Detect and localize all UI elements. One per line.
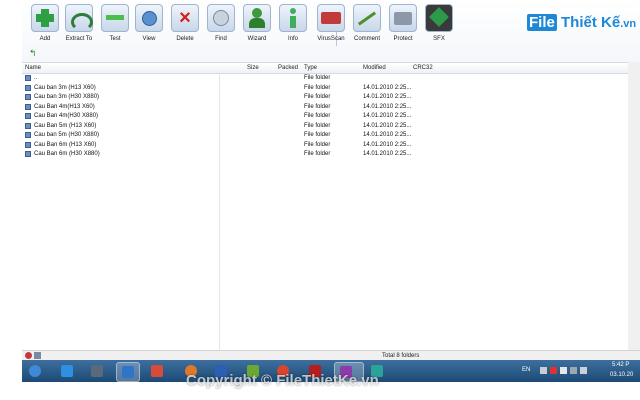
watermark: Copyright © FileThietKe.vn bbox=[186, 372, 379, 389]
protect-button[interactable]: Protect bbox=[386, 4, 420, 42]
delete-button[interactable]: × Delete bbox=[168, 4, 202, 42]
calculator-icon bbox=[91, 365, 103, 377]
clock-date[interactable]: 03.10.20 bbox=[610, 372, 633, 378]
tray-antivirus-icon[interactable] bbox=[550, 367, 557, 374]
system-tray: EN 5:42 P 03.10.20 bbox=[520, 360, 640, 382]
folder-icon bbox=[25, 75, 31, 81]
column-name[interactable]: Name bbox=[25, 65, 41, 71]
add-button[interactable]: Add bbox=[28, 4, 62, 42]
info-button[interactable]: Info bbox=[276, 4, 310, 42]
folder-icon bbox=[25, 151, 31, 157]
comment-icon bbox=[353, 4, 381, 32]
folder-icon bbox=[25, 141, 31, 148]
clock-time[interactable]: 5:42 P bbox=[612, 362, 629, 368]
toolbar: Add Extract To Test View × Delete Find W… bbox=[22, 0, 640, 62]
file-rows: .. File folder Cau ban 3m (H13 X60) File f… bbox=[22, 74, 640, 160]
table-row[interactable]: .. File folder bbox=[22, 74, 640, 84]
add-archive-icon bbox=[31, 4, 59, 32]
column-packed[interactable]: Packed bbox=[278, 65, 298, 71]
wizard-button[interactable]: Wizard bbox=[240, 4, 274, 42]
brand-logo: File Thiết Kế.vn bbox=[527, 14, 637, 31]
table-row[interactable]: Cau Ban 4m(H13 X60) File folder 14.01.2010… bbox=[22, 103, 640, 113]
sfx-button[interactable]: SFX bbox=[422, 4, 456, 42]
view-button[interactable]: View bbox=[132, 4, 166, 42]
folder-icon bbox=[25, 103, 31, 110]
table-row[interactable]: Cau ban 5m (H30 X880) File folder 14.01.20… bbox=[22, 131, 640, 141]
left-margin bbox=[0, 0, 22, 400]
test-icon bbox=[101, 4, 129, 32]
comment-button[interactable]: Comment bbox=[350, 4, 384, 42]
column-header: Name Size Packed Type Modified CRC32 bbox=[22, 63, 640, 74]
up-folder-icon[interactable]: ↰ bbox=[29, 48, 37, 59]
protect-icon bbox=[389, 4, 417, 32]
taskbar-app[interactable] bbox=[116, 362, 140, 382]
extract-icon bbox=[65, 4, 93, 32]
vertical-scrollbar[interactable] bbox=[628, 62, 640, 350]
taskbar-app[interactable] bbox=[56, 362, 78, 380]
language-indicator[interactable]: EN bbox=[522, 367, 530, 373]
find-icon bbox=[207, 4, 235, 32]
file-list[interactable]: Name Size Packed Type Modified CRC32 .. F… bbox=[22, 62, 640, 351]
windows-start-icon bbox=[29, 365, 41, 377]
tray-volume-icon[interactable] bbox=[580, 367, 587, 374]
taskbar-app[interactable] bbox=[146, 362, 168, 380]
folder-icon bbox=[25, 94, 31, 100]
sfx-icon bbox=[425, 4, 453, 32]
internet-explorer-icon bbox=[61, 365, 73, 377]
drive-status-icon bbox=[34, 352, 41, 359]
table-row[interactable]: Cau Ban 6m (H13 X60) File folder 14.01.201… bbox=[22, 141, 640, 151]
archive-status-icon bbox=[25, 352, 32, 359]
delete-icon: × bbox=[171, 4, 199, 32]
tray-network-icon[interactable] bbox=[570, 367, 577, 374]
column-crc32[interactable]: CRC32 bbox=[413, 65, 433, 71]
folder-icon bbox=[25, 132, 31, 138]
table-row[interactable]: Cau ban 3m (H13 X60) File folder 14.01.201… bbox=[22, 84, 640, 94]
column-modified[interactable]: Modified bbox=[363, 65, 386, 71]
view-icon bbox=[135, 4, 163, 32]
notebook-icon bbox=[122, 366, 134, 378]
folder-icon bbox=[25, 122, 31, 129]
extract-to-button[interactable]: Extract To bbox=[62, 4, 96, 42]
tray-flag-icon[interactable] bbox=[560, 367, 567, 374]
info-icon bbox=[279, 4, 307, 32]
table-row[interactable]: Cau Ban 4m(H30 X880) File folder 14.01.201… bbox=[22, 112, 640, 122]
test-button[interactable]: Test bbox=[98, 4, 132, 42]
wizard-icon bbox=[243, 4, 271, 32]
folder-icon bbox=[25, 84, 31, 91]
table-row[interactable]: Cau ban 3m (H30 X880) File folder 14.01.20… bbox=[22, 93, 640, 103]
taskbar-app[interactable] bbox=[86, 362, 108, 380]
status-text: Total 8 folders bbox=[382, 353, 420, 359]
tray-arrow-icon[interactable] bbox=[540, 367, 547, 374]
find-button[interactable]: Find bbox=[204, 4, 238, 42]
start-button[interactable] bbox=[24, 362, 46, 380]
virusscan-button[interactable]: VirusScan bbox=[314, 4, 348, 42]
table-row[interactable]: Cau Ban 5m (H13 X60) File folder 14.01.201… bbox=[22, 122, 640, 132]
virus-scan-icon bbox=[317, 4, 345, 32]
media-player-icon bbox=[151, 365, 163, 377]
column-type[interactable]: Type bbox=[304, 65, 317, 71]
folder-icon bbox=[25, 113, 31, 119]
column-size[interactable]: Size bbox=[247, 65, 259, 71]
table-row[interactable]: Cau Ban 6m (H30 X880) File folder 14.01.20… bbox=[22, 150, 640, 160]
